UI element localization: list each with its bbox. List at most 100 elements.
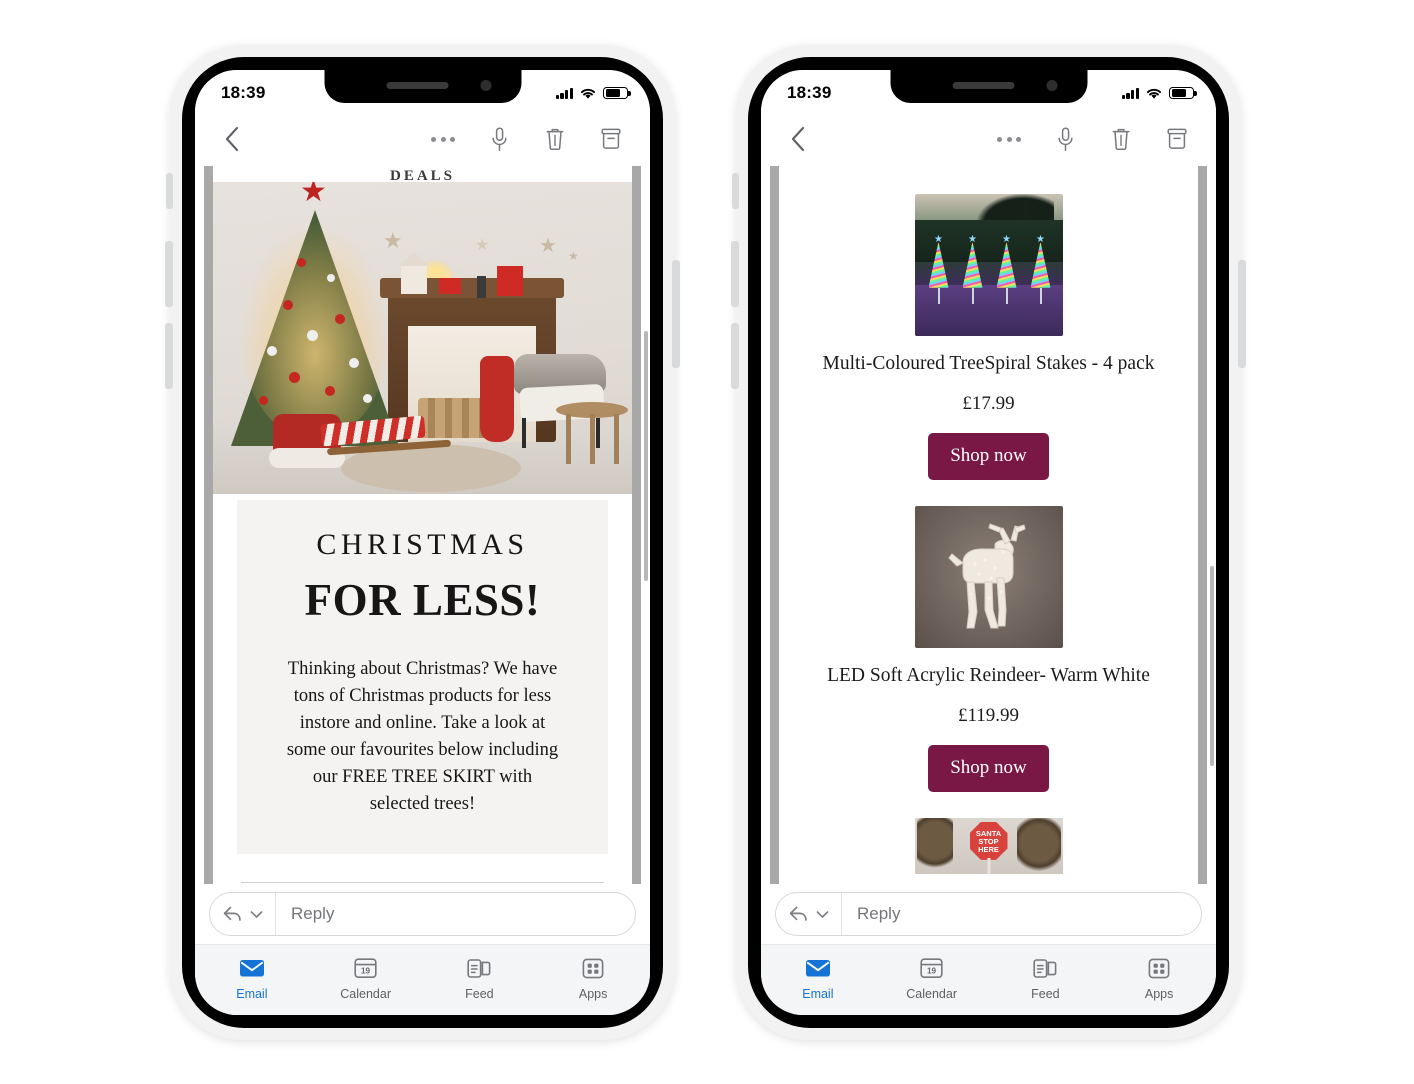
- microphone-icon: [491, 126, 507, 151]
- volume-up-button[interactable]: [165, 241, 173, 307]
- archive-button[interactable]: [596, 124, 626, 154]
- product-image: ★ ★ ★ ★: [914, 194, 1063, 336]
- tab-apps[interactable]: Apps: [1102, 955, 1216, 1001]
- more-options-button[interactable]: [428, 124, 458, 154]
- status-time: 18:39: [221, 83, 266, 102]
- dictate-button[interactable]: [484, 124, 514, 154]
- more-options-button[interactable]: [994, 124, 1024, 154]
- tab-apps-label: Apps: [1144, 987, 1174, 1001]
- email-body-viewport[interactable]: ★ ★ ★ ★ Multi-Coloured TreeSpiral Stakes…: [761, 166, 1216, 884]
- tab-feed[interactable]: Feed: [989, 955, 1103, 1001]
- reply-bar: Reply: [761, 884, 1216, 944]
- trash-icon: [1112, 128, 1130, 151]
- spiral-stake: ★: [1030, 234, 1051, 304]
- sign-post: [987, 857, 990, 874]
- stool-leg: [590, 414, 595, 464]
- email-letterbox-left: [204, 166, 213, 884]
- envelope-icon: [239, 955, 265, 981]
- tab-calendar[interactable]: 19 Calendar: [309, 955, 423, 1001]
- notch: [890, 70, 1087, 103]
- more-options-icon: [997, 136, 1021, 142]
- apps-grid-icon: [581, 955, 605, 981]
- battery-icon: [603, 86, 631, 100]
- reply-input-container[interactable]: Reply: [209, 892, 636, 936]
- volume-down-button[interactable]: [165, 323, 173, 389]
- tab-feed-label: Feed: [1031, 987, 1060, 1001]
- status-time: 18:39: [787, 83, 832, 102]
- product-image: SANTA STOP HERE: [914, 817, 1063, 874]
- bauble: [297, 258, 306, 267]
- more-options-icon: [431, 136, 455, 142]
- bauble: [259, 396, 268, 405]
- reply-mode-selector[interactable]: [776, 893, 842, 935]
- delete-button[interactable]: [1106, 124, 1136, 154]
- power-button[interactable]: [672, 260, 680, 368]
- back-button[interactable]: [777, 119, 817, 159]
- bauble: [327, 274, 335, 282]
- email-body-viewport[interactable]: DEALS ★ ★ ★ ★ ★ ★: [195, 166, 650, 884]
- battery-icon: [1169, 86, 1197, 100]
- product-price: £119.99: [957, 704, 1020, 726]
- wreath-right: [1016, 817, 1061, 874]
- scrollbar-thumb[interactable]: [1210, 566, 1214, 766]
- silent-switch[interactable]: [732, 173, 739, 209]
- product-price: £17.99: [962, 392, 1015, 414]
- microphone-icon: [1057, 126, 1073, 151]
- dictate-button[interactable]: [1050, 124, 1080, 154]
- feed-icon: [1032, 955, 1058, 981]
- hero-sled: [320, 415, 453, 464]
- reply-input-container[interactable]: Reply: [775, 892, 1202, 936]
- stool-leg: [566, 414, 571, 464]
- status-indicators: [555, 86, 631, 100]
- reply-input[interactable]: Reply: [276, 904, 635, 924]
- tab-calendar-label: Calendar: [906, 987, 957, 1001]
- tab-calendar[interactable]: 19 Calendar: [875, 955, 989, 1001]
- tab-calendar-label: Calendar: [340, 987, 391, 1001]
- stool-leg: [614, 414, 619, 464]
- tab-apps[interactable]: Apps: [536, 955, 650, 1001]
- content-divider: [241, 882, 604, 883]
- shop-now-button[interactable]: Shop now: [928, 432, 1049, 480]
- santa-stop-here-art: SANTA STOP HERE: [914, 817, 1063, 874]
- hero-red-card: [497, 266, 523, 296]
- delete-button[interactable]: [540, 124, 570, 154]
- scrollbar-thumb[interactable]: [644, 331, 648, 581]
- product-card: LED Soft Acrylic Reindeer- Warm White £1…: [779, 505, 1198, 792]
- back-button[interactable]: [211, 119, 251, 159]
- tab-email[interactable]: Email: [195, 955, 309, 1001]
- bottom-tab-bar: Email 19 Calendar Feed Apps: [195, 944, 650, 1015]
- reply-arrow-icon: [223, 906, 241, 921]
- bauble: [335, 314, 345, 324]
- status-indicators: [1121, 86, 1197, 100]
- reply-input[interactable]: Reply: [842, 904, 1201, 924]
- calendar-icon: 19: [919, 955, 944, 981]
- tab-feed[interactable]: Feed: [423, 955, 537, 1001]
- bauble: [289, 372, 300, 383]
- email-letterbox-right: [632, 166, 641, 884]
- signal-bars-icon: [1121, 87, 1139, 99]
- santa-stop-here-sign-icon: SANTA STOP HERE: [969, 821, 1008, 860]
- volume-down-button[interactable]: [731, 323, 739, 389]
- earpiece-speaker: [952, 82, 1015, 89]
- tab-apps-label: Apps: [578, 987, 608, 1001]
- email-clipped-header: DEALS: [389, 168, 456, 182]
- reply-mode-selector[interactable]: [210, 893, 276, 935]
- toolbar-actions: [428, 124, 632, 154]
- archive-button[interactable]: [1162, 124, 1192, 154]
- wifi-icon: [580, 88, 596, 99]
- power-button[interactable]: [1238, 260, 1246, 368]
- phone-screen-left: 18:39 DEALS ★ ★ ★ ★ CHRISTMAS FOR LESS! …: [195, 70, 650, 1015]
- product-title: LED Soft Acrylic Reindeer- Warm White: [827, 664, 1150, 686]
- bauble: [283, 300, 293, 310]
- chevron-down-icon: [250, 910, 263, 918]
- product-card: ★ ★ ★ ★ Multi-Coloured TreeSpiral Stakes…: [779, 194, 1198, 480]
- bauble: [349, 358, 359, 368]
- toolbar-actions: [994, 124, 1198, 154]
- volume-up-button[interactable]: [731, 241, 739, 307]
- mail-toolbar: [195, 112, 650, 166]
- tab-email[interactable]: Email: [761, 955, 875, 1001]
- tab-feed-label: Feed: [465, 987, 494, 1001]
- email-content: DEALS ★ ★ ★ ★ ★ ★: [213, 166, 632, 884]
- silent-switch[interactable]: [166, 173, 173, 209]
- shop-now-button[interactable]: Shop now: [928, 744, 1049, 792]
